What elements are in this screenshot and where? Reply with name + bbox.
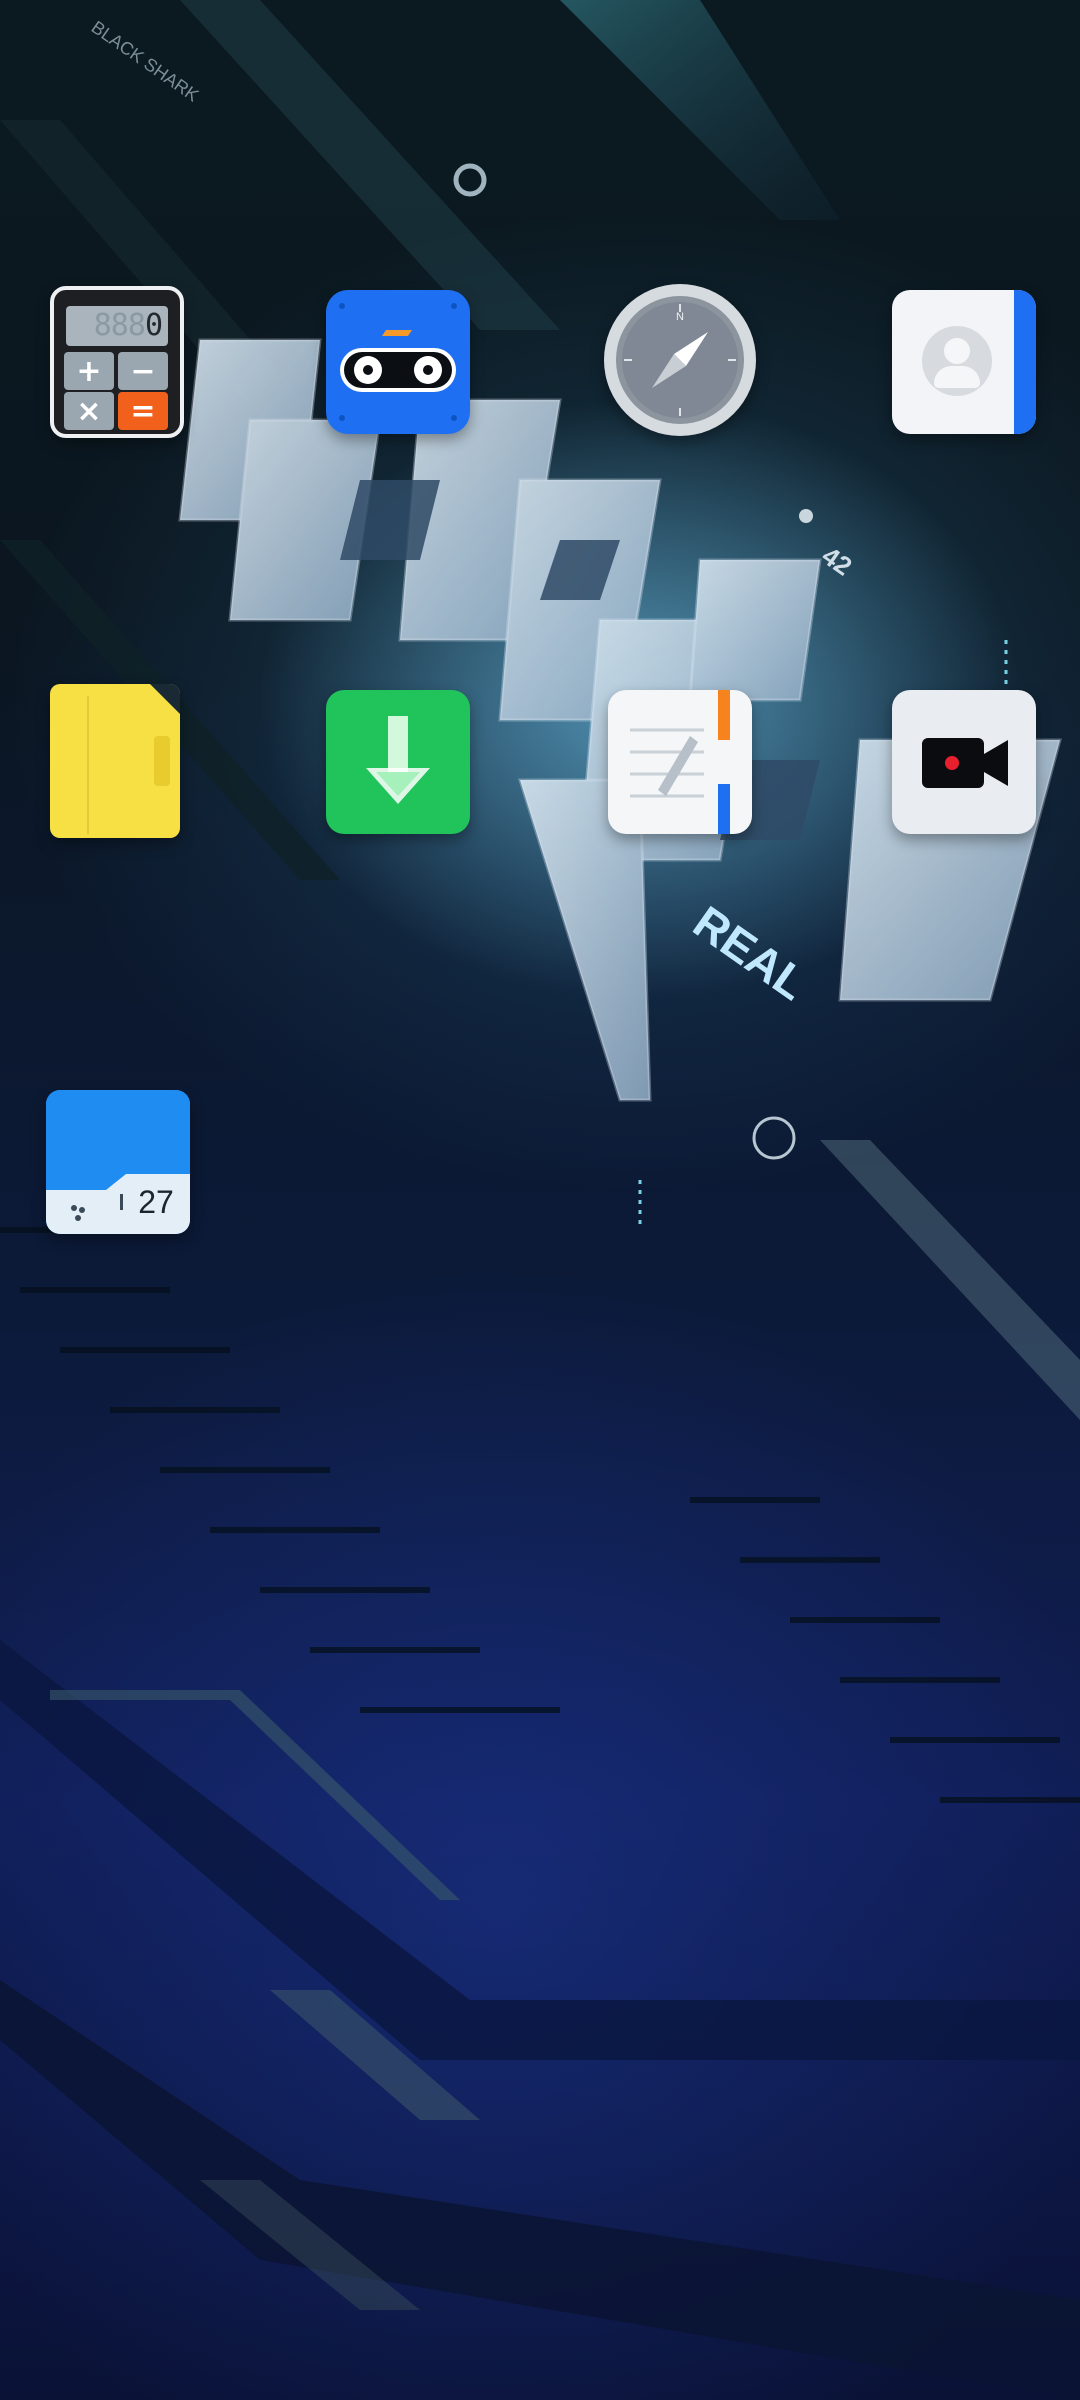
- notes-app[interactable]: [608, 690, 752, 834]
- calculator-display: 8880: [66, 306, 168, 346]
- video-camera-icon: [892, 690, 1036, 834]
- equals-key-glyph: =: [118, 392, 168, 430]
- weather-app[interactable]: 27: [46, 1090, 190, 1234]
- weather-icon: 27: [46, 1090, 190, 1234]
- cassette-robot-icon: [326, 290, 470, 434]
- weather-temperature: 27: [138, 1183, 174, 1220]
- compass-icon: N: [604, 284, 756, 436]
- wallpaper-brand: BLACK SHARK: [88, 17, 203, 106]
- files-app[interactable]: [50, 684, 180, 838]
- contacts-app[interactable]: [892, 290, 1036, 434]
- screen-recorder-app[interactable]: [892, 690, 1036, 834]
- calculator-app[interactable]: 8880 + − × =: [50, 286, 184, 438]
- download-icon: [326, 690, 470, 834]
- game-tape-app[interactable]: [326, 290, 470, 434]
- calculator-icon: 8880 + − × =: [50, 286, 184, 438]
- folder-icon: [50, 684, 180, 838]
- plus-key-glyph: +: [64, 352, 114, 390]
- contacts-icon: [892, 290, 1036, 434]
- downloads-app[interactable]: [326, 690, 470, 834]
- times-key-glyph: ×: [64, 392, 114, 430]
- browser-app[interactable]: N: [604, 284, 756, 436]
- minus-key-glyph: −: [118, 352, 168, 390]
- compass-north-label: N: [676, 311, 684, 323]
- notepad-icon: [608, 690, 752, 834]
- home-screen: REAL 42 BLACK SHARK 8880 + − × = N 27: [0, 0, 1080, 2400]
